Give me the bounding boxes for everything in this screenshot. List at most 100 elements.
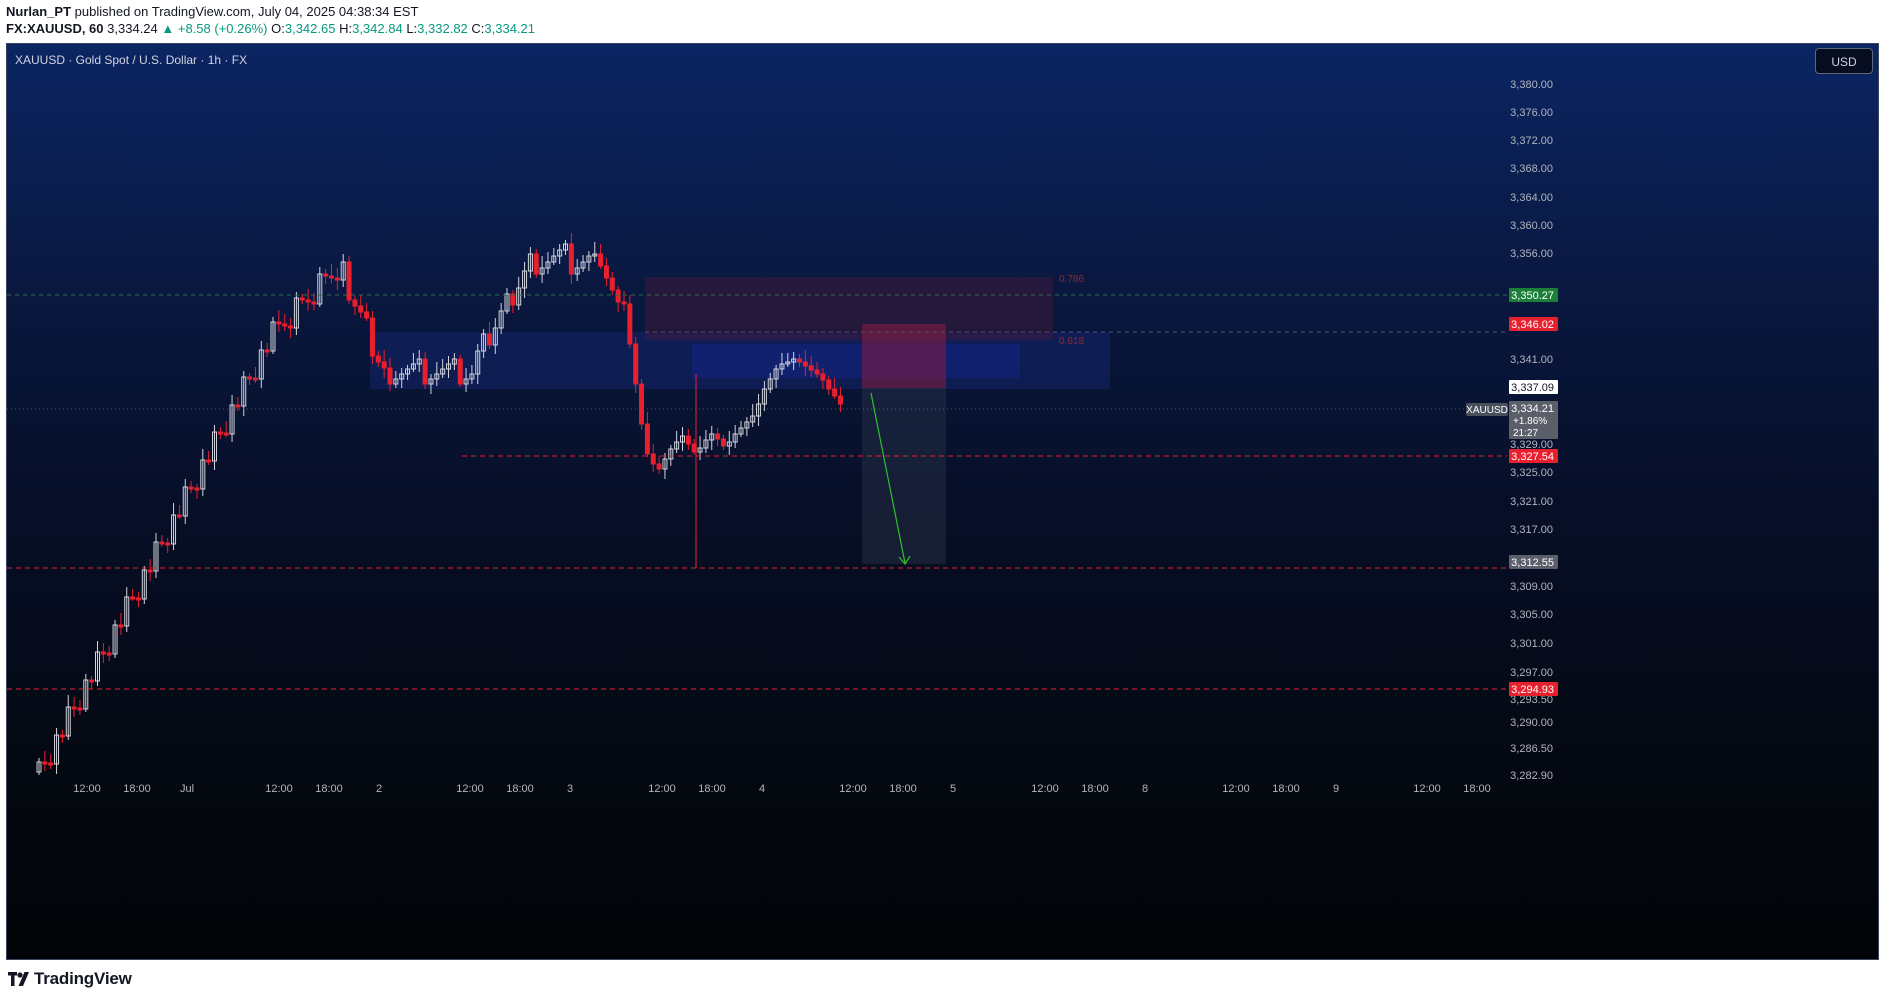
chart-symbol-title[interactable]: XAUUSD · Gold Spot / U.S. Dollar · 1h · …	[15, 53, 247, 67]
candle-down	[510, 293, 516, 306]
high-label: H:	[339, 21, 353, 36]
candle-down	[656, 463, 662, 470]
currency-button[interactable]: USD	[1815, 48, 1873, 74]
candle-down	[329, 275, 334, 279]
candle-down	[826, 379, 832, 390]
candle-down	[106, 652, 112, 656]
candle-down	[188, 486, 194, 490]
candle-down	[364, 311, 370, 319]
candle-down	[223, 432, 229, 436]
time-axis-tick: 3	[567, 783, 573, 795]
candle-down	[130, 596, 136, 600]
inner-zone-box[interactable]	[692, 344, 1020, 378]
publish-info: Nurlan_PT published on TradingView.com, …	[6, 4, 418, 19]
time-axis-tick: 18:00	[1463, 783, 1491, 795]
candle-down	[346, 261, 352, 301]
author-name[interactable]: Nurlan_PT	[6, 4, 71, 19]
ohlc-line: FX:XAUUSD, 60 3,334.24 ▲ +8.58 (+0.26%) …	[6, 21, 535, 36]
price-label: 3,346.02	[1511, 319, 1554, 331]
candle-down	[305, 299, 311, 303]
fib-zone-box[interactable]	[645, 277, 1053, 340]
time-axis-tick: 12:00	[1413, 783, 1441, 795]
price-axis-tick: 3,321.00	[1510, 496, 1553, 508]
candle-down	[381, 361, 387, 369]
candle-down	[217, 431, 223, 435]
footer-bar: TradingView	[0, 960, 1885, 998]
candle-down	[685, 435, 691, 445]
close-label: C:	[471, 21, 485, 36]
candle-down	[375, 355, 381, 363]
candle-down	[252, 377, 258, 381]
time-axis-tick: 12:00	[648, 783, 676, 795]
candle-down	[159, 541, 165, 545]
candle-down	[568, 243, 574, 275]
time-axis-tick: 18:00	[1272, 783, 1300, 795]
candle-down	[247, 376, 253, 380]
candle-down	[176, 514, 182, 518]
candle-down	[633, 343, 639, 385]
candle-down	[194, 487, 200, 491]
candle-down	[235, 404, 241, 408]
price-axis-tick: 3,360.00	[1510, 220, 1553, 232]
candle-down	[358, 305, 364, 313]
price-axis-tick: 3,301.00	[1510, 638, 1553, 650]
high-value: 3,342.84	[352, 21, 403, 36]
price-label: 3,327.54	[1511, 451, 1554, 463]
candle-down	[59, 734, 65, 738]
candle-down	[715, 433, 721, 440]
fib-level-0786: 0.786	[1059, 274, 1084, 285]
candle-down	[814, 369, 820, 375]
candle-down	[457, 358, 463, 385]
price-axis-tick: 3,364.00	[1510, 192, 1553, 204]
price-axis-tick: 3,368.00	[1510, 163, 1553, 175]
time-axis-tick: 18:00	[889, 783, 917, 795]
price-axis-tick: 3,372.00	[1510, 135, 1553, 147]
close-value: 3,334.21	[484, 21, 536, 36]
candle-down	[135, 597, 141, 601]
time-axis-tick: 18:00	[698, 783, 726, 795]
current-change-text: +1.86%	[1513, 416, 1547, 427]
candle-down	[276, 321, 282, 325]
time-axis-tick: 12:00	[1222, 783, 1250, 795]
candle-down	[118, 624, 124, 628]
price-axis-tick: 3,325.00	[1510, 467, 1553, 479]
candle-down	[837, 395, 843, 405]
chart-canvas[interactable]: 0.786 0.618 3,380.00 3,376.00 3,372.00 3,368…	[7, 44, 1878, 959]
candle-down	[808, 365, 814, 371]
candle-down	[720, 438, 726, 447]
price-axis-tick: 3,356.00	[1510, 248, 1553, 260]
candle-down	[89, 679, 95, 683]
candle-down	[71, 706, 77, 710]
price-axis-tick: 3,380.00	[1510, 79, 1553, 91]
candle-down	[832, 388, 838, 397]
price-axis-tick: 3,282.90	[1510, 770, 1553, 782]
price-change: ▲ +8.58 (+0.26%)	[161, 21, 268, 36]
candle-down	[299, 297, 305, 301]
time-axis-tick: 12:00	[73, 783, 101, 795]
time-axis-tick: 2	[376, 783, 382, 795]
tradingview-logo[interactable]: TradingView	[8, 969, 132, 989]
candle-down	[352, 299, 358, 307]
candle-down	[820, 373, 826, 381]
low-label: L:	[406, 21, 418, 36]
price-axis-tick: 3,290.00	[1510, 717, 1553, 729]
candle-down	[533, 253, 539, 275]
candle-down	[615, 289, 621, 303]
candle-down	[387, 367, 393, 385]
publish-header: Nurlan_PT published on TradingView.com, …	[0, 0, 1885, 43]
time-axis-tick: 9	[1333, 783, 1339, 795]
price-axis-tick: 3,376.00	[1510, 107, 1553, 119]
chart-pane[interactable]: 0.786 0.618 3,380.00 3,376.00 3,372.00 3,368…	[6, 43, 1879, 960]
take-profit-box[interactable]	[862, 388, 946, 564]
candle-down	[369, 317, 375, 357]
published-text: published on TradingView.com, July 04, 2…	[74, 4, 419, 19]
fib-level-0618: 0.618	[1059, 336, 1084, 347]
candle-down	[282, 323, 288, 327]
candle-down	[598, 253, 604, 267]
price-axis-tick: 3,317.00	[1510, 524, 1553, 536]
candle-down	[100, 651, 106, 655]
bar-countdown-text: 21:27	[1513, 428, 1538, 439]
price-axis-tick: 3,297.00	[1510, 667, 1553, 679]
time-axis-tick: Jul	[180, 783, 194, 795]
stop-loss-box[interactable]	[862, 324, 946, 388]
